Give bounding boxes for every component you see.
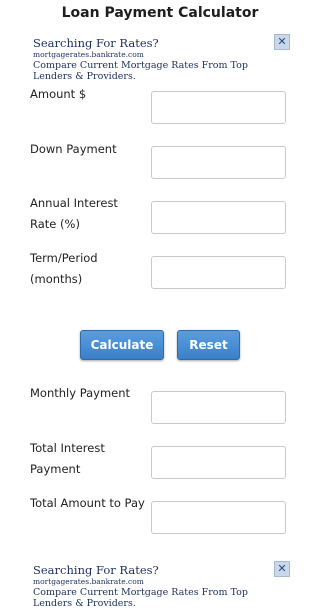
term-input[interactable] — [151, 256, 286, 289]
page-title: Loan Payment Calculator — [61, 5, 259, 21]
ad-banner-top[interactable]: Searching For Rates? mortgagerates.bankr… — [33, 36, 295, 82]
amount-label: Amount $ — [30, 87, 87, 101]
ad-description[interactable]: Compare Current Mortgage Rates From Top … — [33, 60, 278, 82]
total-interest-output[interactable] — [151, 446, 286, 479]
down-payment-input[interactable] — [151, 146, 286, 179]
ad-headline[interactable]: Searching For Rates? — [33, 563, 295, 577]
calculate-button[interactable]: Calculate — [80, 330, 164, 360]
interest-rate-label: Annual Interest Rate (%) — [30, 193, 148, 235]
amount-input[interactable] — [151, 91, 286, 124]
ad-url[interactable]: mortgagerates.bankrate.com — [33, 50, 295, 60]
close-icon[interactable]: ✕ — [274, 34, 290, 50]
interest-rate-label-line1: Annual Interest — [30, 196, 118, 210]
total-interest-label: Total Interest Payment — [30, 441, 105, 476]
total-amount-output[interactable] — [151, 501, 286, 534]
monthly-payment-label: Monthly Payment — [30, 386, 131, 400]
reset-button[interactable]: Reset — [177, 330, 240, 360]
ad-banner-bottom[interactable]: Searching For Rates? mortgagerates.bankr… — [33, 563, 295, 609]
ad-headline[interactable]: Searching For Rates? — [33, 36, 295, 50]
interest-rate-label-line2: Rate (%) — [30, 217, 80, 231]
monthly-payment-output[interactable] — [151, 391, 286, 424]
interest-rate-input[interactable] — [151, 201, 286, 234]
ad-url[interactable]: mortgagerates.bankrate.com — [33, 577, 295, 587]
total-amount-label: Total Amount to Pay — [30, 496, 145, 510]
close-icon[interactable]: ✕ — [274, 561, 290, 577]
term-label: Term/Period (months) — [30, 251, 98, 286]
ad-description[interactable]: Compare Current Mortgage Rates From Top … — [33, 587, 278, 609]
down-payment-label: Down Payment — [30, 142, 117, 156]
